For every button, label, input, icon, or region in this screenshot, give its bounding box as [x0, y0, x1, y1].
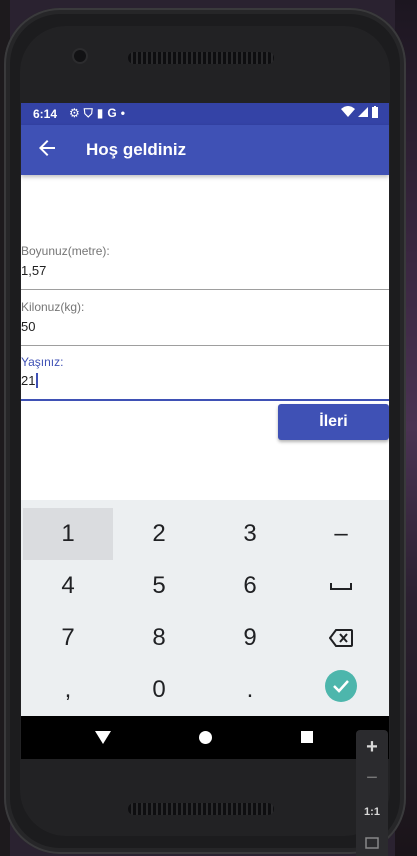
- zoom-out-button[interactable]: −: [356, 767, 388, 790]
- key-9[interactable]: 9: [205, 612, 295, 664]
- height-field[interactable]: Boyunuz(metre): 1,57: [21, 241, 389, 291]
- fit-screen-icon[interactable]: [356, 836, 388, 854]
- key-backspace[interactable]: [296, 612, 386, 664]
- key-period[interactable]: .: [205, 664, 295, 716]
- gear-icon: ⚙: [69, 106, 84, 120]
- age-underline: [21, 399, 389, 401]
- height-label: Boyunuz(metre):: [21, 244, 110, 258]
- age-field[interactable]: Yaşınız: 21: [21, 352, 389, 402]
- speaker-bottom: [128, 803, 274, 815]
- backspace-icon: [329, 629, 353, 647]
- wifi-icon: [340, 106, 355, 117]
- space-icon: [330, 583, 352, 590]
- page-title: Hoş geldiniz: [86, 140, 187, 159]
- weight-value: 50: [21, 319, 36, 334]
- key-2[interactable]: 2: [114, 508, 204, 560]
- key-done[interactable]: [296, 660, 386, 712]
- system-nav-bar: [21, 716, 389, 759]
- key-0[interactable]: 0: [114, 664, 204, 716]
- device-screen: 6:14 ⚙⛉▮G• Hoş geldiniz Boyunuz(metre): …: [21, 103, 389, 759]
- status-right-icons: [340, 106, 379, 120]
- status-time: 6:14: [33, 107, 58, 121]
- height-underline: [21, 289, 389, 290]
- age-input[interactable]: 21: [21, 373, 39, 388]
- status-icons: ⚙⛉▮G•: [69, 106, 129, 121]
- age-label: Yaşınız:: [21, 355, 64, 369]
- zoom-in-button[interactable]: +: [356, 736, 388, 759]
- signal-icon: [357, 107, 368, 117]
- shield-icon: ⛉: [83, 106, 97, 120]
- key-5[interactable]: 5: [114, 560, 204, 612]
- next-button[interactable]: İleri: [278, 404, 389, 440]
- age-value: 21: [21, 373, 36, 388]
- nav-home-icon[interactable]: [199, 731, 212, 744]
- dot-icon: •: [120, 106, 129, 120]
- card-icon: ▮: [96, 106, 108, 120]
- app-bar: Hoş geldiniz: [21, 125, 389, 175]
- camera-icon: [74, 50, 86, 62]
- emulator-zoom-panel: + − 1:1: [356, 730, 388, 856]
- key-3[interactable]: 3: [205, 508, 295, 560]
- weight-field[interactable]: Kilonuz(kg): 50: [21, 297, 389, 347]
- actual-size-button[interactable]: 1:1: [356, 806, 388, 818]
- key-4[interactable]: 4: [23, 560, 113, 612]
- key-8[interactable]: 8: [114, 612, 204, 664]
- key-1[interactable]: 1: [23, 508, 113, 560]
- text-cursor: [36, 373, 39, 388]
- check-icon: [325, 670, 357, 702]
- battery-icon: [372, 106, 378, 118]
- key-comma[interactable]: ,: [23, 664, 113, 716]
- nav-recents-icon[interactable]: [301, 731, 313, 743]
- key-7[interactable]: 7: [23, 612, 113, 664]
- status-bar: 6:14 ⚙⛉▮G•: [21, 103, 389, 125]
- key-minus[interactable]: –: [296, 508, 386, 560]
- key-space[interactable]: [296, 560, 386, 612]
- arrow-left-icon[interactable]: [35, 136, 59, 160]
- nav-back-icon[interactable]: [95, 731, 111, 744]
- height-value: 1,57: [21, 263, 47, 278]
- numeric-keyboard: 1 2 3 – 4 5 6 7 8 9 , 0 .: [21, 500, 389, 716]
- weight-underline: [21, 345, 389, 346]
- speaker-top: [128, 52, 274, 64]
- key-6[interactable]: 6: [205, 560, 295, 612]
- google-icon: G: [107, 106, 121, 120]
- weight-label: Kilonuz(kg):: [21, 300, 85, 314]
